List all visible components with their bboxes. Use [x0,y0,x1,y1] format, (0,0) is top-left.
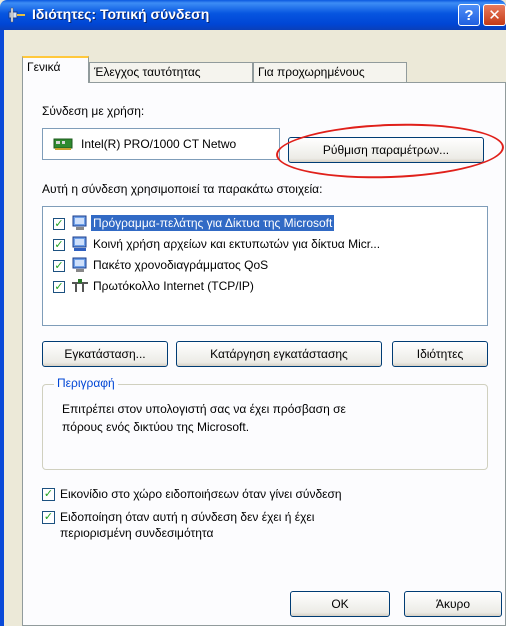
tab-general-label: Γενικά [27,60,61,74]
list-item[interactable]: ✓ Κοινή χρήση αρχείων και εκτυπωτών για … [51,234,487,254]
network-client-icon [71,215,89,231]
component-checkbox[interactable]: ✓ [53,260,65,272]
components-label: Αυτή η σύνδεση χρησιμοποιεί τα παρακάτω … [42,182,323,196]
notify-label-line-1[interactable]: Ειδοποίηση όταν αυτή η σύνδεση δεν έχει … [60,510,314,524]
list-item[interactable]: ✓ Πρωτόκολλο Internet (TCP/IP) [51,276,487,296]
window-frame [0,30,4,626]
description-line-2: πόρους ενός δικτύου της Microsoft. [62,420,250,434]
adapter-field: Intel(R) PRO/1000 CT Netwo [42,128,280,160]
cancel-button[interactable]: Άκυρο [404,591,502,617]
adapter-name: Intel(R) PRO/1000 CT Netwo [81,137,237,151]
properties-button[interactable]: Ιδιότητες [392,341,488,367]
protocol-icon [71,278,89,294]
window-title: Ιδιότητες: Τοπική σύνδεση [32,6,210,22]
component-label: Κοινή χρήση αρχείων και εκτυπωτών για δί… [93,237,381,251]
help-button[interactable]: ? [458,4,480,26]
components-list[interactable]: ✓ Πρόγραμμα-πελάτης για Δίκτυα της Micro… [42,206,488,326]
tab-advanced[interactable]: Για προχωρημένους [253,62,407,82]
notify-checkbox[interactable]: ✓ [42,511,55,524]
notify-label-line-2[interactable]: περιορισμένη συνδεσιμότητα [60,526,213,540]
component-label: Πρόγραμμα-πελάτης για Δίκτυα της Microso… [91,215,335,231]
connect-using-label: Σύνδεση με χρήση: [42,104,145,118]
tab-authentication[interactable]: Έλεγχος ταυτότητας [89,62,253,82]
tab-general[interactable]: Γενικά [22,56,89,83]
network-connection-icon [8,6,26,24]
install-button[interactable]: Εγκατάσταση... [42,341,168,367]
uninstall-button[interactable]: Κατάργηση εγκατάστασης [176,341,382,367]
description-title: Περιγραφή [54,376,118,390]
network-card-icon [53,137,73,151]
show-icon-checkbox[interactable]: ✓ [42,488,55,501]
component-label: Πρωτόκολλο Internet (TCP/IP) [93,279,254,293]
list-item[interactable]: ✓ Πακέτο χρονοδιαγράμματος QoS [51,255,487,275]
show-icon-label[interactable]: Εικονίδιο στο χώρο ειδοποιήσεων όταν γίν… [60,487,342,501]
component-checkbox[interactable]: ✓ [53,281,65,293]
component-label: Πακέτο χρονοδιαγράμματος QoS [93,258,269,272]
properties-dialog: Ιδιότητες: Τοπική σύνδεση ? ✕ Γενικά Έλε… [0,0,506,626]
tab-advanced-label: Για προχωρημένους [258,65,365,79]
qos-scheduler-icon [71,257,89,273]
ok-button[interactable]: OK [290,591,390,617]
close-button[interactable]: ✕ [483,4,506,26]
file-printer-sharing-icon [71,236,89,252]
component-checkbox[interactable]: ✓ [53,218,65,230]
list-item[interactable]: ✓ Πρόγραμμα-πελάτης για Δίκτυα της Micro… [51,213,487,233]
component-checkbox[interactable]: ✓ [53,239,65,251]
tab-authentication-label: Έλεγχος ταυτότητας [94,65,201,79]
title-bar[interactable]: Ιδιότητες: Τοπική σύνδεση ? ✕ [0,0,506,30]
description-line-1: Επιτρέπει στον υπολογιστή σας να έχει πρ… [62,402,346,416]
